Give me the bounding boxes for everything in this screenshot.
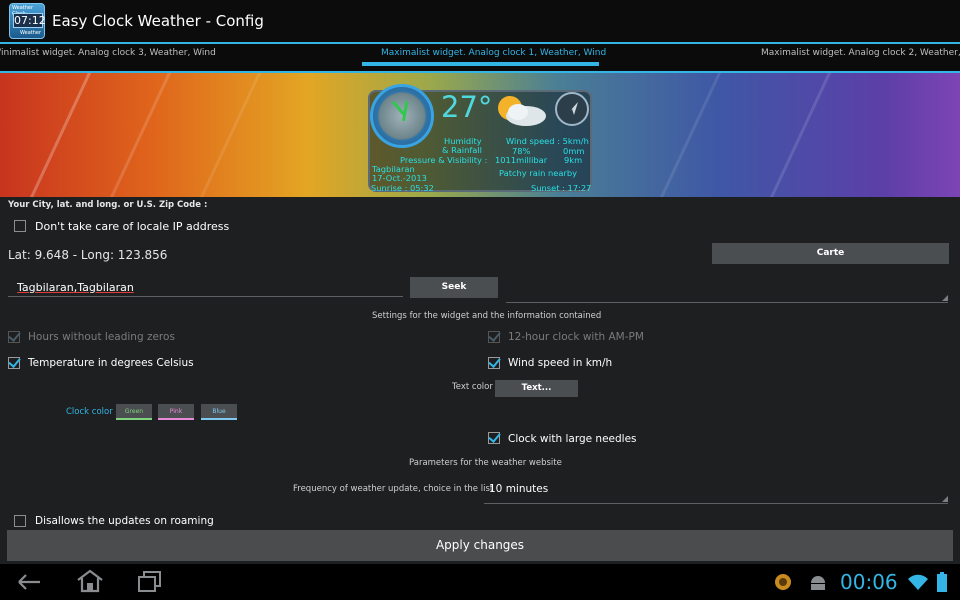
text-color-button[interactable]: Text... bbox=[495, 380, 578, 397]
ignore-ip-label[interactable]: Don't take care of locale IP address bbox=[35, 220, 229, 233]
large-needles-checkbox[interactable] bbox=[488, 432, 500, 444]
home-icon[interactable] bbox=[75, 568, 105, 594]
clock-color-blue-button[interactable]: Blue bbox=[201, 404, 237, 420]
tab-minimalist-clock3[interactable]: /inimalist widget. Analog clock 3, Weath… bbox=[0, 48, 216, 58]
widget-temperature: 27° bbox=[441, 90, 493, 124]
clock-color-label: Clock color bbox=[66, 407, 113, 417]
tab-indicator bbox=[362, 62, 599, 66]
back-icon[interactable] bbox=[16, 572, 44, 592]
city-input-underline bbox=[8, 296, 403, 297]
celsius-label[interactable]: Temperature in degrees Celsius bbox=[28, 357, 194, 369]
location-section-label: Your City, lat. and long. or U.S. Zip Co… bbox=[8, 200, 208, 210]
apply-changes-button[interactable]: Apply changes bbox=[7, 530, 953, 561]
weather-site-header: Parameters for the weather website bbox=[409, 458, 562, 468]
app-icon-caption-bottom: Weather bbox=[20, 30, 42, 36]
status-clock: 00:06 bbox=[840, 570, 898, 594]
clock-color-green-button[interactable]: Green bbox=[116, 404, 152, 420]
wifi-icon bbox=[908, 574, 928, 590]
partly-cloudy-icon bbox=[498, 96, 546, 126]
frequency-spinner-arrow-icon bbox=[942, 496, 948, 502]
app-title: Easy Clock Weather - Config bbox=[52, 12, 264, 30]
android-icon bbox=[811, 576, 825, 590]
clock-color-green-label: Green bbox=[124, 408, 144, 415]
tab-maximalist-clock1[interactable]: Maximalist widget. Analog clock 1, Weath… bbox=[381, 48, 606, 58]
widget-rainfall-label: & Rainfall bbox=[442, 145, 482, 153]
ampm-label[interactable]: 12-hour clock with AM-PM bbox=[508, 331, 644, 343]
notification-icon[interactable] bbox=[774, 573, 792, 591]
map-button[interactable]: Carte bbox=[712, 243, 949, 264]
battery-icon bbox=[937, 572, 947, 592]
widget-pressure-value: 1011millibar bbox=[495, 155, 548, 165]
widget-visibility-value: 9km bbox=[564, 155, 583, 165]
widget-sunrise: Sunrise : 05:32 bbox=[371, 183, 434, 193]
clock-color-pink-button[interactable]: Pink bbox=[158, 404, 194, 420]
city-choice-spinner-line[interactable] bbox=[506, 302, 948, 303]
ampm-checkbox[interactable] bbox=[488, 331, 500, 343]
widget-date: 17-Oct.-2013 bbox=[372, 173, 427, 183]
spinner-arrow-icon bbox=[942, 295, 948, 301]
frequency-spinner-line bbox=[484, 503, 948, 504]
wind-kmh-label[interactable]: Wind speed in km/h bbox=[508, 357, 612, 369]
tab-maximalist-clock2[interactable]: Maximalist widget. Analog clock 2, Weath… bbox=[761, 48, 960, 58]
widget-sunset: Sunset : 17:27 bbox=[531, 183, 592, 193]
text-color-label: Text color bbox=[452, 382, 493, 392]
widget-condition: Patchy rain nearby bbox=[499, 168, 578, 178]
wind-direction-icon bbox=[555, 92, 589, 126]
frequency-label: Frequency of weather update, choice in t… bbox=[293, 484, 494, 494]
celsius-checkbox[interactable] bbox=[8, 357, 20, 369]
city-input[interactable]: Tagbilaran,Tagbilaran bbox=[17, 281, 134, 294]
widget-tabs: /inimalist widget. Analog clock 3, Weath… bbox=[0, 44, 960, 73]
latlong-text: Lat: 9.648 - Long: 123.856 bbox=[8, 248, 168, 262]
wind-kmh-checkbox[interactable] bbox=[488, 357, 500, 369]
app-icon-time: 07:12 bbox=[13, 13, 46, 28]
system-navigation-bar: 00:06 bbox=[0, 564, 960, 600]
action-bar: Weather Clock 07:12 Weather Easy Clock W… bbox=[0, 0, 960, 44]
clock-color-pink-label: Pink bbox=[169, 408, 183, 415]
frequency-spinner[interactable]: 10 minutes bbox=[489, 483, 548, 495]
large-needles-label[interactable]: Clock with large needles bbox=[508, 433, 637, 445]
hours-zeros-label[interactable]: Hours without leading zeros bbox=[28, 331, 175, 343]
settings-header: Settings for the widget and the informat… bbox=[372, 311, 602, 321]
recent-apps-icon[interactable] bbox=[137, 570, 163, 594]
widget-wind-label: Wind speed : 5km/h bbox=[506, 136, 589, 146]
clock-color-blue-label: Blue bbox=[212, 408, 226, 415]
roaming-checkbox[interactable] bbox=[14, 515, 26, 527]
hours-zeros-checkbox[interactable] bbox=[8, 331, 20, 343]
analog-clock-icon bbox=[370, 84, 434, 148]
seek-button[interactable]: Seek bbox=[410, 277, 498, 298]
clock-minute-hand bbox=[392, 100, 405, 115]
roaming-label[interactable]: Disallows the updates on roaming bbox=[35, 515, 214, 527]
ignore-ip-checkbox[interactable] bbox=[14, 220, 26, 232]
app-icon: Weather Clock 07:12 Weather bbox=[9, 3, 46, 39]
